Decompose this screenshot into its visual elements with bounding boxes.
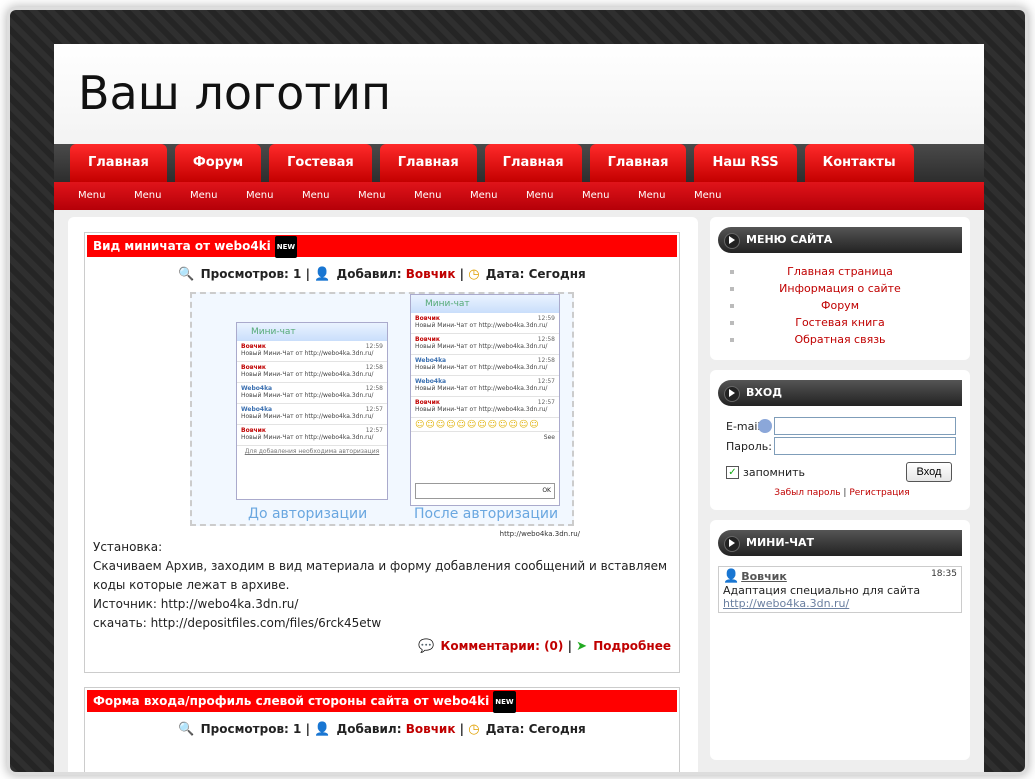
chat-user-link[interactable]: Вовчик — [741, 570, 787, 583]
chat-message: 👤 Вовчик 18:35 Адаптация специально для с… — [718, 566, 962, 613]
site-menu: Главная страница Информация о сайте Форум Г… — [718, 253, 962, 350]
site-logo[interactable]: Ваш логотип — [78, 66, 391, 120]
magnifier-icon: 🔍 — [178, 267, 195, 282]
sub-nav: Menu Menu Menu Menu Menu Menu Menu Menu Menu Menu… — [54, 182, 984, 210]
nav-tab-5[interactable]: Главная — [589, 144, 687, 182]
nav-tab-0[interactable]: Главная — [70, 144, 167, 182]
site-menu-widget: МЕНЮ САЙТА Главная страница Информация о … — [710, 217, 970, 360]
sidebar: МЕНЮ САЙТА Главная страница Информация о … — [710, 217, 970, 770]
post-body: Установка: Скачиваем Архив, заходим в ви… — [93, 540, 668, 630]
post-footer: 💬 Комментарии: (0) | ➤ Подробнее — [418, 639, 671, 654]
register-link[interactable]: Регистрация — [849, 488, 909, 498]
main-content: Вид миничата от webo4ki NEW 🔍 Просмотров:… — [68, 217, 698, 772]
submenu-item[interactable]: Menu — [78, 182, 134, 210]
nav-tab-7[interactable]: Контакты — [804, 144, 914, 182]
nav-tab-3[interactable]: Главная — [379, 144, 477, 182]
comments-link[interactable]: Комментарии: (0) — [441, 639, 564, 653]
chat-link[interactable]: http://webo4ka.3dn.ru/ — [723, 597, 957, 610]
remember-checkbox[interactable]: ✓ — [726, 465, 739, 479]
new-badge: NEW — [493, 690, 516, 713]
post-meta: 🔍 Просмотров: 1 | 👤 Добавил: Вовчик | ◷ … — [178, 267, 586, 282]
main-nav: Главная Форум Гостевая Главная Главная Главна… — [54, 144, 984, 182]
page-frame: Ваш логотип Главная Форум Гостевая Главная Г… — [10, 10, 1025, 772]
nav-tab-4[interactable]: Главная — [484, 144, 582, 182]
submenu-item[interactable]: Menu — [414, 182, 470, 210]
post-title[interactable]: Форма входа/профиль слевой стороны сайта… — [87, 690, 677, 713]
chat-preview-after: Мини-чат Вовчик 12:59 Новый Мини-Чат от ht… — [410, 294, 560, 506]
openid-icon[interactable] — [758, 419, 772, 433]
chat-text: Адаптация специально для сайта — [723, 584, 921, 597]
submenu-item[interactable]: Menu — [638, 182, 694, 210]
nav-tab-1[interactable]: Форум — [174, 144, 262, 182]
password-field[interactable] — [774, 437, 956, 455]
site-menu-item[interactable]: Главная страница — [718, 263, 962, 280]
submenu-item[interactable]: Menu — [246, 182, 302, 210]
widget-title: МЕНЮ САЙТА — [718, 227, 962, 253]
user-icon: 👤 — [314, 267, 331, 282]
post-1: Вид миничата от webo4ki NEW 🔍 Просмотров:… — [84, 232, 680, 673]
nav-tabs: Главная Форум Гостевая Главная Главная Главна… — [70, 144, 914, 182]
site-menu-item[interactable]: Информация о сайте — [718, 280, 962, 297]
author-link[interactable]: Вовчик — [406, 267, 456, 281]
post-2: Форма входа/профиль слевой стороны сайта… — [84, 687, 680, 772]
forgot-password-link[interactable]: Забыл пароль — [774, 488, 840, 498]
submenu-item[interactable]: Menu — [134, 182, 190, 210]
post-meta: 🔍 Просмотров: 1 | 👤 Добавил: Вовчик | ◷ … — [178, 722, 586, 737]
read-more-link[interactable]: Подробнее — [593, 639, 671, 653]
site-menu-item[interactable]: Обратная связь — [718, 331, 962, 348]
login-button[interactable]: Вход — [906, 462, 952, 482]
submenu-item[interactable]: Menu — [358, 182, 414, 210]
email-field[interactable] — [774, 417, 956, 435]
remember-label: запомнить — [743, 465, 806, 479]
post-screenshot: Мини-чат Вовчик 12:59 Новый Мини-Чат от ht… — [190, 292, 580, 538]
password-label: Пароль: — [726, 439, 772, 453]
site-menu-item[interactable]: Форум — [718, 297, 962, 314]
user-icon: 👤 — [314, 722, 331, 737]
submenu-item[interactable]: Menu — [470, 182, 526, 210]
nav-tab-2[interactable]: Гостевая — [269, 144, 372, 182]
page: Ваш логотип Главная Форум Гостевая Главная Г… — [54, 44, 984, 772]
post-title[interactable]: Вид миничата от webo4ki NEW — [87, 235, 677, 258]
chat-preview-before: Мини-чат Вовчик 12:59 Новый Мини-Чат от ht… — [236, 322, 388, 500]
submenu-item[interactable]: Menu — [582, 182, 638, 210]
smiley-row: ☺☺☺☺☺☺☺☺☺☺☺☺ — [411, 418, 559, 432]
author-link[interactable]: Вовчик — [406, 722, 456, 736]
submenu-item[interactable]: Menu — [526, 182, 582, 210]
clock-icon: ◷ — [468, 267, 480, 282]
login-form: E-mail: Пароль: ✓ запомнить Вход Забыл п… — [718, 406, 962, 498]
user-icon: 👤 — [723, 569, 740, 584]
new-badge: NEW — [274, 235, 298, 258]
nav-tab-6[interactable]: Наш RSS — [694, 144, 797, 182]
chat-time: 18:35 — [931, 569, 957, 579]
clock-icon: ◷ — [468, 722, 480, 737]
comment-icon: 💬 — [418, 639, 435, 654]
submenu-item[interactable]: Menu — [302, 182, 358, 210]
submenu-item[interactable]: Menu — [190, 182, 246, 210]
arrow-icon: ➤ — [576, 639, 588, 654]
widget-title: МИНИ-ЧАТ — [718, 530, 962, 556]
mini-chat-widget: МИНИ-ЧАТ 👤 Вовчик 18:35 Адаптация специал… — [710, 520, 970, 760]
header: Ваш логотип — [54, 44, 984, 144]
site-menu-item[interactable]: Гостевая книга — [718, 314, 962, 331]
widget-title: ВХОД — [718, 380, 962, 406]
login-widget: ВХОД E-mail: Пароль: ✓ запомнить Вход За… — [710, 370, 970, 510]
submenu-item[interactable]: Menu — [694, 182, 750, 210]
magnifier-icon: 🔍 — [178, 722, 195, 737]
